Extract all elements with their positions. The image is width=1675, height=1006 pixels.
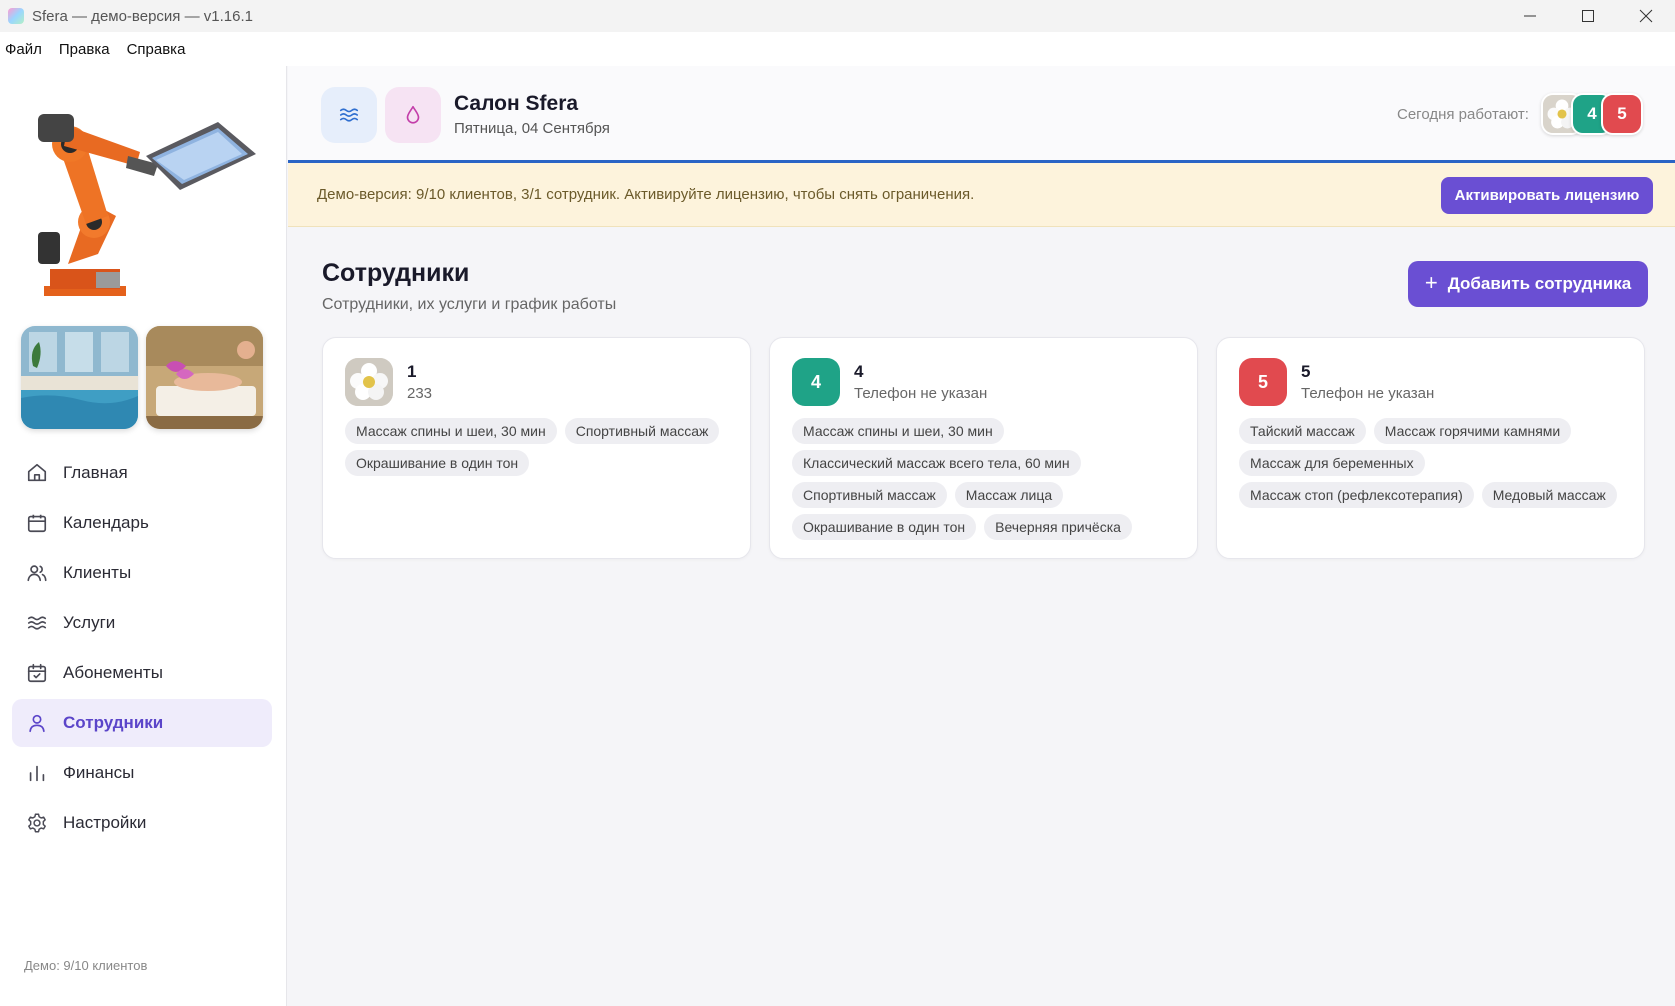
avatar [345, 358, 393, 406]
plus-icon: + [1424, 269, 1438, 295]
activate-license-button[interactable]: Активировать лицензию [1441, 177, 1653, 214]
title-bar: Sfera — демо-версия — v1.16.1 [0, 0, 1675, 32]
salon-name: Салон Sfera [454, 92, 579, 115]
employee-card[interactable]: 5 5 Телефон не указан Тайский массаж Мас… [1216, 337, 1645, 559]
sidebar-item-label: Клиенты [63, 563, 132, 582]
sidebar-item-label: Календарь [63, 513, 149, 532]
service-tag: Классический массаж всего тела, 60 мин [792, 450, 1081, 476]
employee-phone: Телефон не указан [854, 385, 988, 402]
add-employee-button[interactable]: + Добавить сотрудника [1408, 261, 1648, 307]
bar-chart-icon [26, 762, 48, 784]
services-shortcut[interactable] [321, 87, 377, 143]
header: Салон Sfera Пятница, 04 Сентября Сегодня… [288, 66, 1675, 163]
service-tag: Массаж лица [954, 482, 1064, 508]
demo-banner: Демо-версия: 9/10 клиентов, 3/1 сотрудни… [288, 163, 1675, 227]
sidebar-item-services[interactable]: Услуги [12, 599, 272, 647]
spa-pool-photo [21, 326, 138, 429]
service-tags: Тайский массаж Массаж горячими камнями М… [1239, 418, 1629, 514]
calendar-check-icon [26, 662, 48, 684]
service-tag: Массаж спины и шеи, 30 мин [345, 418, 557, 444]
page-title: Сотрудники [322, 259, 470, 287]
gear-icon [26, 812, 48, 834]
employee-name: 4 [854, 362, 864, 381]
employee-name: 5 [1301, 362, 1311, 381]
service-tag: Окрашивание в один тон [792, 514, 977, 540]
service-tag: Медовый массаж [1481, 482, 1617, 508]
sidebar-item-employees[interactable]: Сотрудники [12, 699, 272, 747]
service-tag: Спортивный массаж [564, 418, 720, 444]
sidebar-item-subscriptions[interactable]: Абонементы [12, 649, 272, 697]
service-tag: Вечерняя причёска [984, 514, 1132, 540]
sidebar-item-label: Сотрудники [63, 713, 164, 732]
sidebar-nav: Главная Календарь Клиенты Услуги Абонеме… [12, 449, 272, 849]
service-tag: Массаж для беременных [1239, 450, 1425, 476]
avatar[interactable]: 5 [1601, 93, 1643, 135]
today-working-label: Сегодня работают: [1397, 106, 1529, 123]
service-tags: Массаж спины и шеи, 30 мин Спортивный ма… [345, 418, 735, 482]
user-icon [26, 712, 48, 734]
sidebar-item-label: Настройки [63, 813, 147, 832]
app-icon [8, 8, 24, 24]
sidebar-item-finance[interactable]: Финансы [12, 749, 272, 797]
avatar: 5 [1239, 358, 1287, 406]
window-title: Sfera — демо-версия — v1.16.1 [32, 7, 253, 25]
employee-phone: 233 [407, 385, 433, 402]
service-tag: Тайский массаж [1239, 418, 1366, 444]
today-working-avatars: 4 5 [1541, 93, 1643, 135]
users-icon [26, 562, 48, 584]
waves-icon [339, 108, 359, 122]
menu-help[interactable]: Справка [127, 41, 186, 58]
service-tag: Спортивный массаж [792, 482, 947, 508]
sidebar: Главная Календарь Клиенты Услуги Абонеме… [0, 66, 287, 1006]
minimize-button[interactable] [1501, 0, 1559, 32]
page-subtitle: Сотрудники, их услуги и график работы [322, 296, 617, 313]
employee-card[interactable]: 1 233 Массаж спины и шеи, 30 мин Спортив… [322, 337, 751, 559]
robot-arm-logo [38, 114, 256, 296]
demo-banner-text: Демо-версия: 9/10 клиентов, 3/1 сотрудни… [317, 186, 975, 203]
drop-shortcut[interactable] [385, 87, 441, 143]
sidebar-item-home[interactable]: Главная [12, 449, 272, 497]
sidebar-item-calendar[interactable]: Календарь [12, 499, 272, 547]
waves-icon [26, 612, 48, 634]
employee-name: 1 [407, 362, 417, 381]
close-icon [1639, 9, 1653, 23]
service-tag: Окрашивание в один тон [345, 450, 530, 476]
drop-icon [406, 105, 420, 124]
calendar-icon [26, 512, 48, 534]
sidebar-item-clients[interactable]: Клиенты [12, 549, 272, 597]
sidebar-item-label: Абонементы [63, 663, 163, 682]
service-tags: Массаж спины и шеи, 30 мин Классический … [792, 418, 1182, 546]
minimize-icon [1524, 15, 1536, 17]
sidebar-item-label: Финансы [63, 763, 135, 782]
sidebar-item-settings[interactable]: Настройки [12, 799, 272, 847]
maximize-icon [1582, 10, 1594, 22]
menu-bar: Файл Правка Справка [0, 32, 1675, 66]
sidebar-item-label: Услуги [63, 613, 116, 632]
window-controls [1501, 0, 1675, 32]
massage-photo [146, 326, 263, 429]
service-tag: Массаж стоп (рефлексотерапия) [1239, 482, 1474, 508]
current-date: Пятница, 04 Сентября [454, 120, 610, 137]
maximize-button[interactable] [1559, 0, 1617, 32]
menu-file[interactable]: Файл [5, 41, 42, 58]
employee-card[interactable]: 4 4 Телефон не указан Массаж спины и шеи… [769, 337, 1198, 559]
employee-phone: Телефон не указан [1301, 385, 1435, 402]
avatar: 4 [792, 358, 840, 406]
flower-photo-icon [345, 358, 393, 406]
demo-status: Демо: 9/10 клиентов [24, 958, 148, 973]
menu-edit[interactable]: Правка [59, 41, 110, 58]
home-icon [26, 462, 48, 484]
service-tag: Массаж горячими камнями [1373, 418, 1572, 444]
sidebar-item-label: Главная [63, 463, 128, 482]
close-button[interactable] [1617, 0, 1675, 32]
service-tag: Массаж спины и шеи, 30 мин [792, 418, 1004, 444]
